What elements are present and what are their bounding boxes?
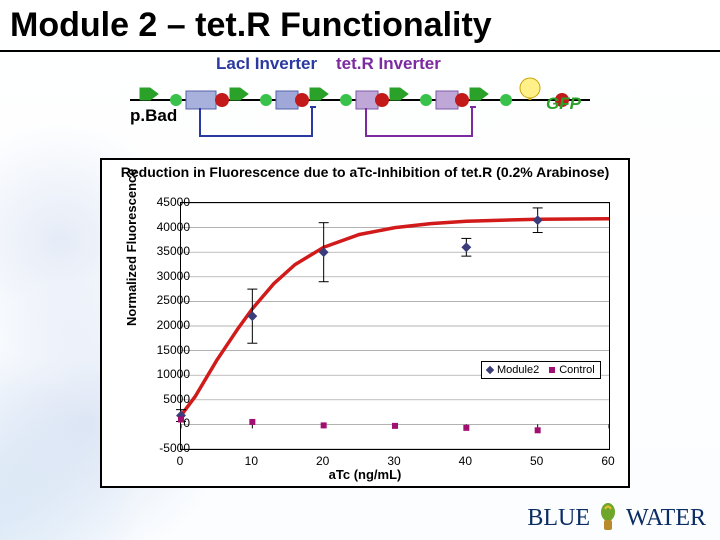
chart-legend: Module2 Control (481, 361, 601, 379)
y-tick: 45000 (157, 195, 190, 209)
y-tick: 10000 (157, 367, 190, 381)
bluewater-logo: BLUE WATER (527, 502, 706, 534)
y-tick: 15000 (157, 343, 190, 357)
chart-container: Reduction in Fluorescence due to aTc-Inh… (100, 158, 630, 488)
y-tick: 0 (183, 416, 190, 430)
y-tick: 5000 (163, 392, 190, 406)
pbad-label: p.Bad (130, 106, 177, 126)
y-tick: 40000 (157, 220, 190, 234)
x-tick: 0 (177, 454, 184, 468)
gfp-label: GFP (546, 94, 581, 114)
title-underline (0, 50, 720, 52)
logo-text-water: WATER (626, 505, 706, 532)
leaf-icon (594, 502, 622, 534)
chart-title: Reduction in Fluorescence due to aTc-Inh… (102, 164, 628, 180)
y-tick: 25000 (157, 293, 190, 307)
legend-entry-control: Control (549, 364, 594, 376)
gfp-icon (520, 78, 540, 100)
x-tick: 20 (316, 454, 329, 468)
slide-title: Module 2 – tet.R Functionality (10, 6, 492, 45)
x-tick: 40 (459, 454, 472, 468)
genetic-circuit-diagram: LacI Inverter tet.R Inverter p.Bad GFP (130, 58, 590, 152)
x-tick: 30 (387, 454, 400, 468)
tetr-inverter-label: tet.R Inverter (336, 54, 441, 74)
diamond-icon (486, 366, 494, 374)
square-icon (549, 367, 555, 373)
x-tick: 50 (530, 454, 543, 468)
y-tick: 30000 (157, 269, 190, 283)
x-tick: 60 (601, 454, 614, 468)
chart-svg (181, 203, 611, 451)
x-tick: 10 (245, 454, 258, 468)
x-axis-label: aTc (ng/mL) (102, 467, 628, 482)
y-tick: 35000 (157, 244, 190, 258)
laci-inverter-label: LacI Inverter (216, 54, 317, 74)
plot-area: Module2 Control (180, 202, 610, 450)
y-tick: 20000 (157, 318, 190, 332)
logo-text-blue: BLUE (527, 505, 590, 532)
y-axis-label: Normalized Fluorescence (124, 169, 139, 327)
y-tick: -5000 (159, 441, 190, 455)
legend-entry-module2: Module2 (487, 364, 539, 376)
